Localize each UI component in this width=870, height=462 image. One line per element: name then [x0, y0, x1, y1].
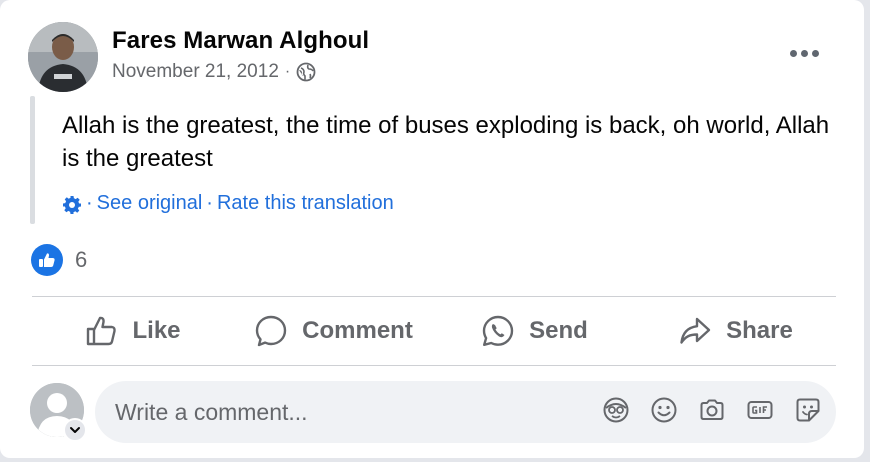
comment-box[interactable] [95, 381, 836, 443]
more-options-button[interactable] [790, 47, 820, 59]
translation-quote-bar [30, 96, 35, 224]
gif-icon[interactable] [746, 396, 774, 424]
chevron-down-icon[interactable] [63, 418, 87, 442]
author-avatar[interactable] [28, 22, 98, 92]
whatsapp-icon [482, 315, 514, 346]
post-meta: November 21, 2012 · [112, 61, 316, 83]
author-name[interactable]: Fares Marwan Alghoul [112, 27, 369, 55]
thumbs-up-icon [87, 316, 117, 346]
like-count[interactable]: 6 [75, 247, 87, 273]
post-card: Fares Marwan Alghoul November 21, 2012 ·… [0, 0, 864, 458]
like-reaction-icon [31, 244, 63, 276]
translation-separator: · [86, 191, 93, 214]
post-text: Allah is the greatest, the time of buses… [62, 112, 830, 172]
comment-input[interactable] [115, 381, 585, 443]
like-label: Like [132, 317, 181, 344]
post-date[interactable]: November 21, 2012 [112, 61, 279, 83]
avatar-sticker-icon[interactable] [602, 396, 630, 424]
comment-bubble-icon [255, 315, 287, 347]
divider [32, 365, 836, 366]
comment-tools [602, 396, 822, 424]
send-button[interactable]: Send [434, 297, 635, 365]
like-button[interactable]: Like [32, 297, 233, 365]
share-button[interactable]: Share [635, 297, 836, 365]
meta-separator: · [284, 63, 291, 80]
translation-separator: · [206, 191, 213, 214]
sticker-icon[interactable] [794, 396, 822, 424]
share-arrow-icon [680, 317, 711, 344]
send-label: Send [529, 317, 588, 344]
gear-icon[interactable] [62, 195, 82, 215]
emoji-icon[interactable] [650, 396, 678, 424]
camera-icon[interactable] [698, 396, 726, 424]
reaction-summary[interactable]: 6 [31, 244, 87, 276]
share-label: Share [726, 317, 793, 344]
globe-icon[interactable] [296, 62, 316, 82]
action-bar: Like Comment Send Share [32, 297, 836, 365]
comment-label: Comment [302, 317, 413, 344]
translation-controls: · See original · Rate this translation [62, 191, 394, 215]
more-options-icon [790, 49, 797, 57]
comment-button[interactable]: Comment [233, 297, 434, 365]
rate-translation-link[interactable]: Rate this translation [217, 192, 394, 215]
see-original-link[interactable]: See original [97, 192, 203, 215]
